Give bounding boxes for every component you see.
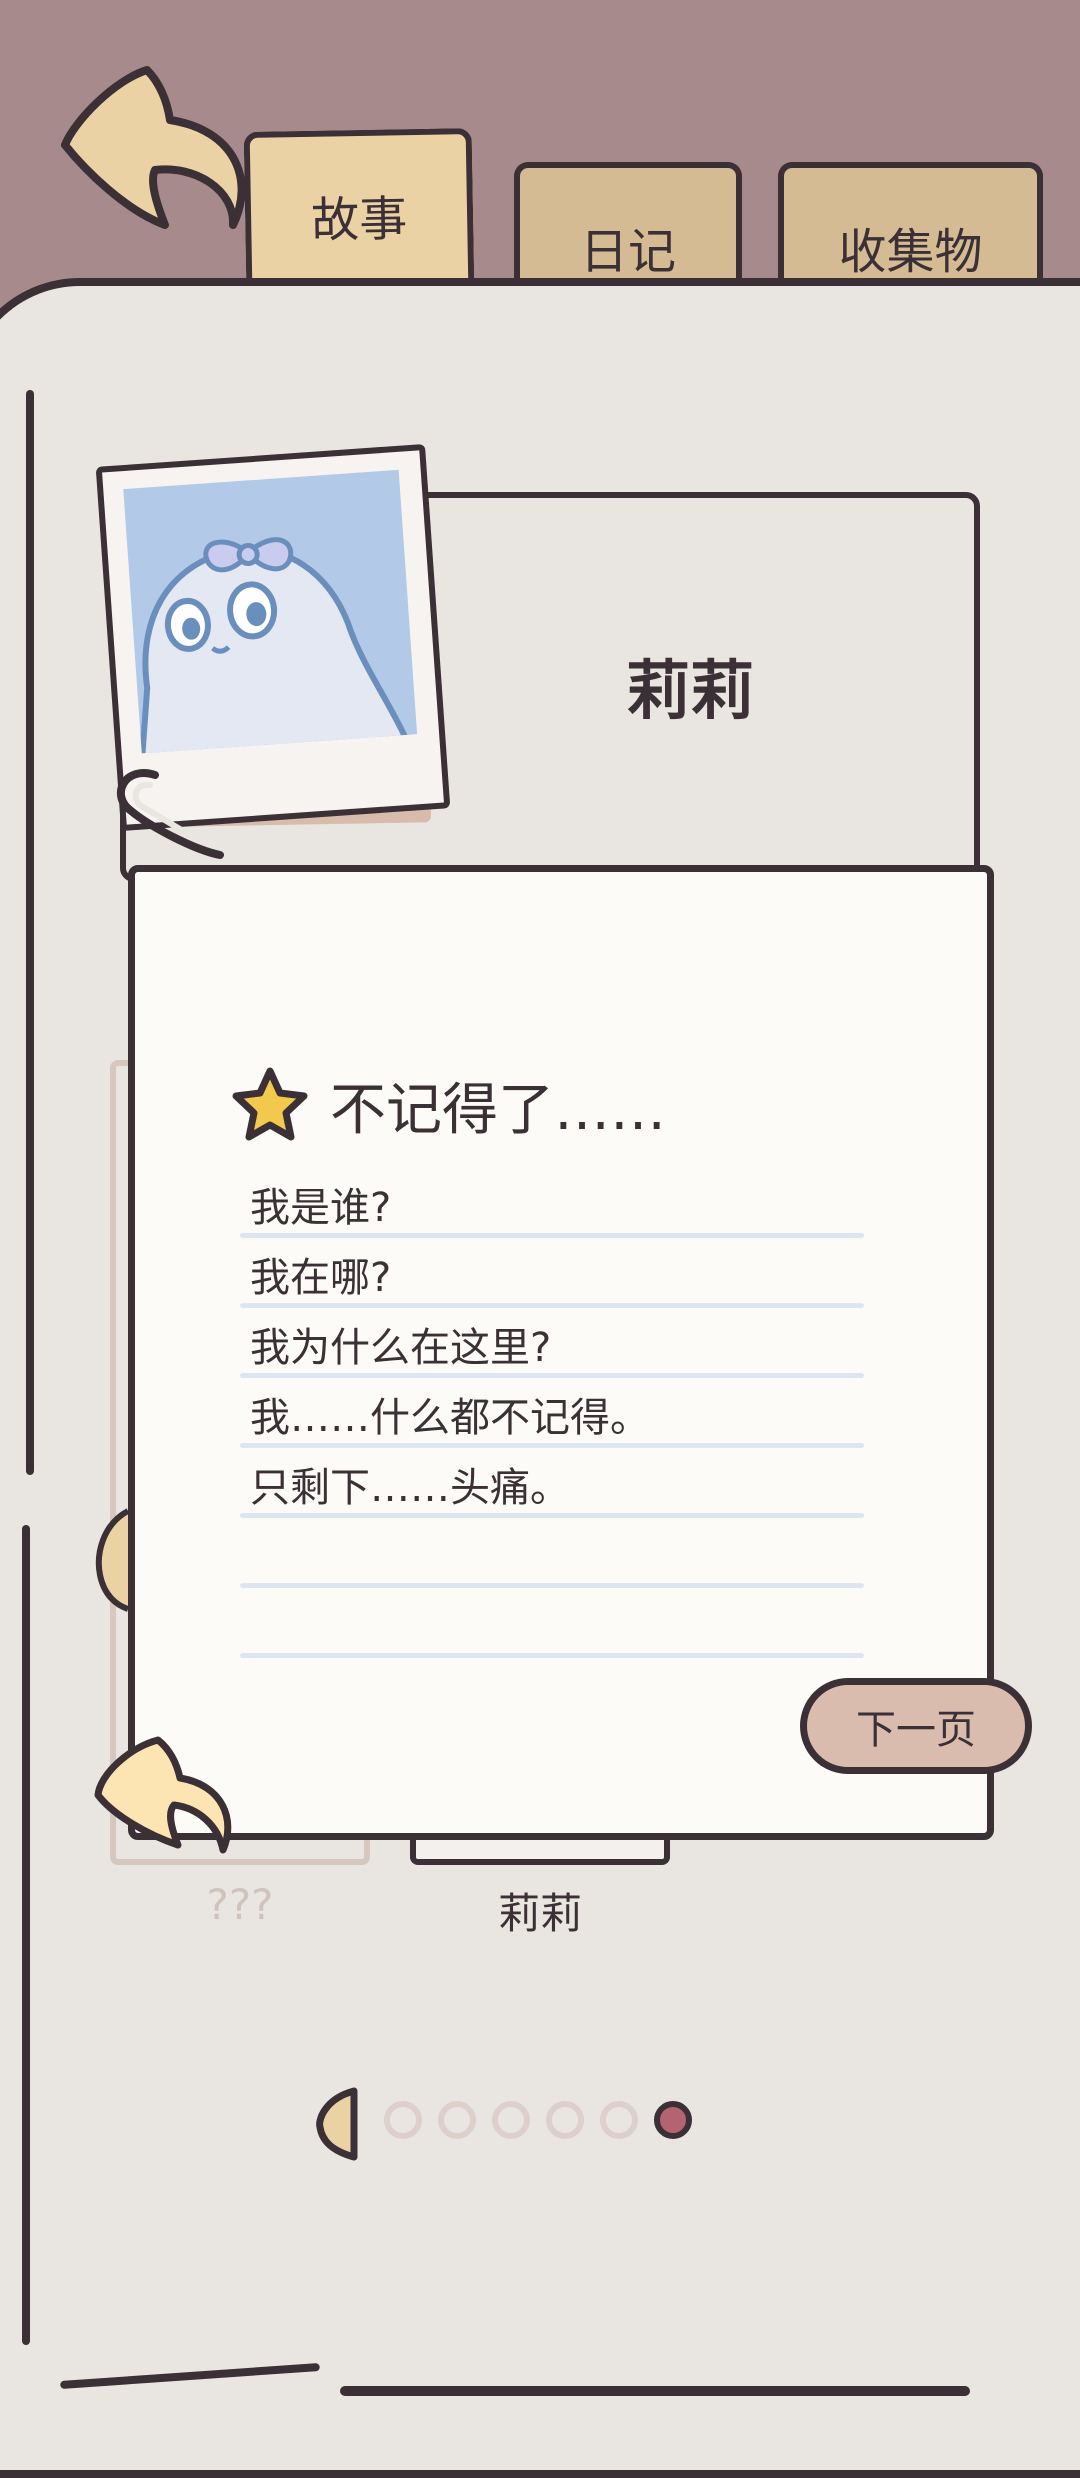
tab-story[interactable]: 故事 [243, 128, 475, 292]
note-line-text: 我在哪? [250, 1255, 392, 1301]
next-page-button[interactable]: 下一页 [800, 1678, 1032, 1774]
note-ruled-line [240, 1233, 864, 1238]
next-page-label: 下一页 [856, 1707, 976, 1753]
card-tab-icon [95, 1508, 130, 1612]
page-dot[interactable] [492, 2101, 530, 2139]
note-ruled-line [240, 1513, 864, 1518]
tab-diary[interactable]: 日记 [514, 162, 742, 290]
back-arrow-icon[interactable] [55, 60, 245, 230]
tab-collectibles[interactable]: 收集物 [778, 162, 1043, 290]
book-spine [26, 390, 34, 1475]
page-dot[interactable] [546, 2101, 584, 2139]
profile-name: 莉莉 [626, 655, 754, 729]
note-line-text: 我……什么都不记得。 [250, 1395, 650, 1441]
page-dot-active[interactable] [654, 2101, 692, 2139]
tab-collectibles-label: 收集物 [838, 224, 983, 280]
page-dot[interactable] [384, 2101, 422, 2139]
tab-diary-label: 日记 [579, 224, 676, 280]
ghost-character-icon [138, 537, 411, 754]
selected-card-label: 莉莉 [497, 1889, 582, 1938]
page-edge-line [340, 2386, 970, 2396]
note-title: 不记得了…… [330, 1077, 666, 1143]
note-line-text: 我为什么在这里? [250, 1325, 552, 1371]
note-line-text: 我是谁? [250, 1185, 392, 1231]
note-line-text: 只剩下……头痛。 [250, 1465, 570, 1511]
paperclip-icon [116, 769, 224, 859]
book-spine-lower [22, 1525, 30, 2345]
previous-page-icon[interactable] [312, 2085, 362, 2161]
character-portrait [123, 469, 418, 754]
note-corner-tab-icon [94, 1736, 232, 1854]
tab-story-label: 故事 [310, 191, 408, 249]
page-dot[interactable] [438, 2101, 476, 2139]
note-header: 不记得了…… [230, 1060, 666, 1150]
note-ruled-line [240, 1653, 864, 1658]
unknown-card-label: ??? [206, 1880, 274, 1929]
star-icon [232, 1067, 308, 1141]
note-ruled-line [240, 1303, 864, 1308]
note-ruled-line [240, 1583, 864, 1588]
page-dot[interactable] [600, 2101, 638, 2139]
note-ruled-line [240, 1373, 864, 1378]
note-ruled-line [240, 1443, 864, 1448]
